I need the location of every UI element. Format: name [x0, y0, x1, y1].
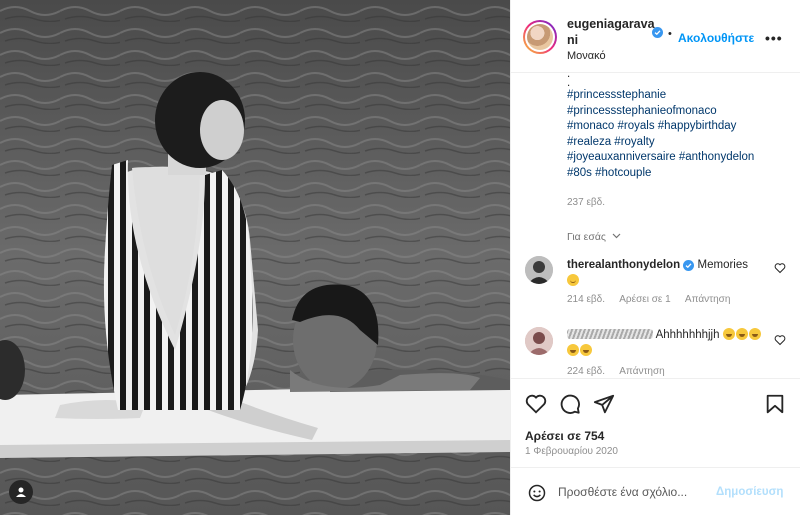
laughing-emoji-icon [722, 328, 735, 340]
reply-button[interactable]: Απάντηση [619, 366, 664, 377]
post-actions: Αρέσει σε 754 1 Φεβρουαρίου 2020 Δημοσίε… [511, 378, 800, 515]
post-header: eugeniagaravani • Ακολουθήστε ••• Μονακό [511, 0, 800, 73]
comment-icon[interactable] [559, 393, 581, 415]
hashtag-line[interactable]: #princessstephanieofmonaco [567, 104, 787, 120]
laughing-emoji-icon [567, 344, 579, 356]
likes-count[interactable]: Αρέσει σε 754 [525, 429, 604, 443]
comment-body: therealanthonydelon Memories [567, 257, 767, 289]
photo-image [0, 0, 510, 515]
add-comment-bar: Δημοσίευση [511, 467, 800, 516]
caption-time: 237 εβδ. [567, 197, 606, 208]
laughing-emoji-icon [748, 328, 761, 340]
hashtag-line[interactable]: #monaco #royals #happybirthday [567, 119, 787, 135]
more-icon: ••• [765, 30, 783, 46]
comment-username[interactable]: therealanthonydelon [567, 259, 680, 271]
hashtag-line[interactable]: #realeza #royalty [567, 135, 787, 151]
smile-emoji-icon [567, 274, 579, 286]
more-options-button[interactable]: ••• [765, 30, 783, 46]
user-tag-icon [16, 487, 26, 497]
post-date: 1 Φεβρουαρίου 2020 [525, 446, 618, 457]
share-icon[interactable] [593, 393, 615, 415]
verified-icon [652, 27, 663, 38]
comment-filter-dropdown[interactable]: Για εσάς [567, 231, 621, 243]
caption-dot: . [567, 68, 571, 80]
post-photo[interactable] [0, 0, 510, 515]
like-heart-icon[interactable] [525, 393, 547, 415]
comment-body: Ahhhhhhhjjh [567, 327, 775, 359]
hashtag-line[interactable]: #princessstephanie [567, 88, 787, 104]
heart-icon[interactable] [774, 334, 786, 346]
follow-button[interactable]: Ακολουθήστε [678, 31, 754, 45]
comment-meta: 224 εβδ. Απάντηση [567, 366, 677, 377]
comment-filter-label: Για εσάς [567, 231, 606, 243]
separator-dot: • [668, 28, 672, 40]
post-location[interactable]: Μονακό [567, 50, 606, 62]
commenter-avatar[interactable] [525, 327, 553, 355]
caption-dot: . [567, 77, 571, 89]
post-comment-button[interactable]: Δημοσίευση [716, 486, 783, 498]
hashtag-line[interactable]: #80s #hotcouple [567, 166, 787, 182]
comment-meta: 214 εβδ. Αρέσει σε 1 Απάντηση [567, 294, 742, 305]
chevron-down-icon [612, 233, 621, 239]
commenter-avatar[interactable] [525, 256, 553, 284]
comment-likes[interactable]: Αρέσει σε 1 [619, 294, 670, 305]
author-avatar[interactable] [523, 20, 557, 54]
comment-text: Memories [697, 259, 748, 271]
heart-icon[interactable] [774, 262, 786, 274]
bookmark-icon[interactable] [764, 393, 786, 415]
laughing-emoji-icon [580, 344, 592, 356]
verified-icon [683, 260, 695, 271]
emoji-icon[interactable] [528, 484, 546, 502]
comment-time: 224 εβδ. [567, 366, 606, 377]
laughing-emoji-icon [735, 328, 748, 340]
post-side-panel: eugeniagaravani • Ακολουθήστε ••• Μονακό… [510, 0, 800, 515]
author-username[interactable]: eugeniagaravani [567, 16, 659, 48]
reply-button[interactable]: Απάντηση [685, 294, 730, 305]
comment-time: 214 εβδ. [567, 294, 606, 305]
comment-text: Ahhhhhhhjjh [655, 329, 720, 341]
comment-input[interactable] [558, 482, 718, 502]
redacted-username [567, 329, 653, 339]
hashtag-line[interactable]: #joyeauxanniversaire #anthonydelon [567, 150, 787, 166]
post-dialog: eugeniagaravani • Ακολουθήστε ••• Μονακό… [0, 0, 800, 515]
post-caption: . . #princessstephanie #princessstephani… [567, 68, 787, 182]
user-tag-button[interactable] [9, 480, 33, 504]
